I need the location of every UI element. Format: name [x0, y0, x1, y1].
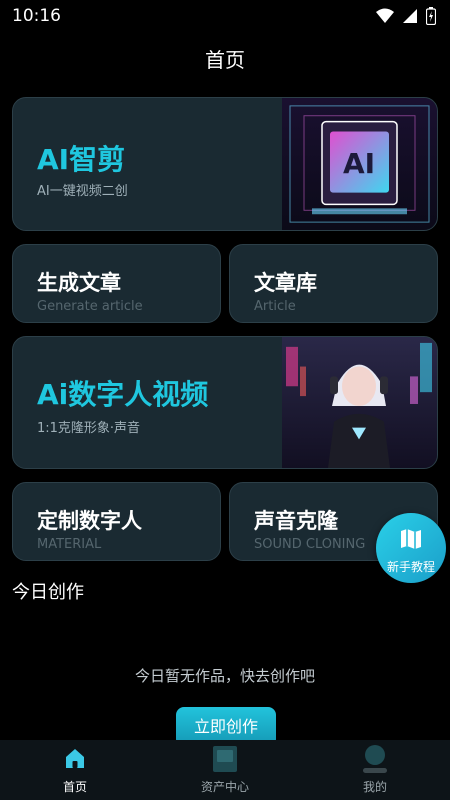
signal-icon	[403, 9, 417, 23]
voice-clone-title: 声音克隆	[254, 509, 338, 533]
tutorial-button[interactable]: 新手教程	[376, 513, 446, 583]
ai-edit-illustration: AI	[282, 98, 437, 230]
nav-label-assets: 资产中心	[200, 780, 249, 794]
profile-icon	[363, 745, 387, 773]
nav-item-home[interactable]: 首页	[0, 740, 150, 800]
status-icons	[376, 7, 436, 25]
svg-text:AI: AI	[343, 147, 375, 180]
digital-human-video-title: Ai数字人视频	[37, 378, 209, 411]
ai-edit-card[interactable]: AI智剪 AI一键视频二创 AI	[12, 97, 438, 231]
nav-item-assets[interactable]: 资产中心	[150, 740, 300, 800]
page-title: 首页	[205, 48, 245, 72]
status-time: 10:16	[12, 6, 61, 26]
generate-article-subtitle: Generate article	[37, 299, 143, 314]
digital-human-video-card[interactable]: Ai数字人视频 1:1克隆形象·声音	[12, 336, 438, 469]
wifi-icon	[376, 8, 394, 23]
generate-article-card[interactable]: 生成文章 Generate article	[12, 244, 221, 323]
digital-human-video-subtitle: 1:1克隆形象·声音	[37, 421, 141, 436]
voice-clone-subtitle: SOUND CLONING	[254, 537, 366, 552]
empty-state-text: 今日暂无作品，快去创作吧	[134, 667, 315, 685]
today-creations-title: 今日创作	[12, 582, 84, 603]
generate-article-title: 生成文章	[37, 271, 121, 295]
custom-digital-human-title: 定制数字人	[37, 509, 142, 533]
ai-edit-subtitle: AI一键视频二创	[37, 184, 128, 199]
article-library-subtitle: Article	[254, 299, 296, 314]
home-icon	[66, 749, 84, 768]
ai-edit-title: AI智剪	[37, 143, 126, 176]
battery-icon	[426, 7, 436, 25]
status-bar: 10:16	[0, 0, 450, 32]
map-icon	[401, 529, 421, 549]
bottom-nav: 首页 资产中心 我的	[0, 740, 450, 800]
custom-digital-human-card[interactable]: 定制数字人 MATERIAL	[12, 482, 221, 561]
nav-label-home: 首页	[62, 780, 87, 794]
digital-human-illustration	[282, 337, 437, 468]
article-library-card[interactable]: 文章库 Article	[229, 244, 438, 323]
nav-label-mine: 我的	[362, 780, 387, 794]
article-library-title: 文章库	[254, 271, 317, 295]
nav-item-mine[interactable]: 我的	[300, 740, 450, 800]
tutorial-label: 新手教程	[386, 560, 435, 574]
custom-digital-human-subtitle: MATERIAL	[37, 537, 102, 552]
assets-icon	[213, 746, 237, 772]
